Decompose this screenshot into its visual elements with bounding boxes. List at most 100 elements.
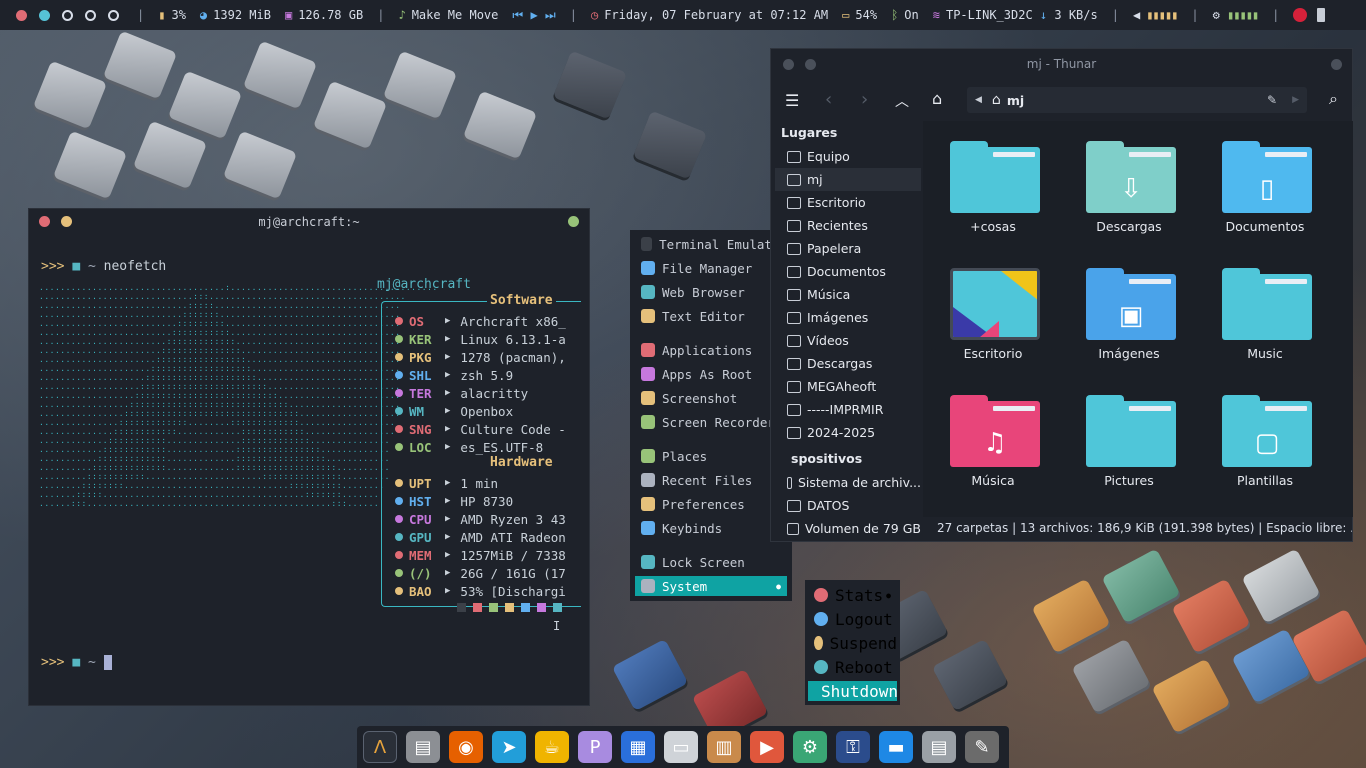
close-button[interactable]	[783, 59, 794, 70]
sidebar-item-mj[interactable]: mj	[775, 168, 921, 191]
minimize-button[interactable]	[805, 59, 816, 70]
menu-item-lock-screen[interactable]: Lock Screen	[635, 552, 787, 572]
sidebar-item-documentos[interactable]: Documentos	[775, 260, 921, 283]
sidebar-item-v-deos[interactable]: Vídeos	[775, 329, 921, 352]
archcraft-icon[interactable]: Λ	[363, 731, 397, 763]
close-button[interactable]	[39, 216, 50, 227]
submenu-item-suspend[interactable]: Suspend	[808, 633, 897, 653]
sidebar-item--imprmir[interactable]: -----IMPRMIR	[775, 398, 921, 421]
back-icon[interactable]: ‹	[825, 89, 832, 110]
folder-item[interactable]: ♫ Música	[933, 387, 1053, 507]
sidebar-item-2024-2025[interactable]: 2024-2025	[775, 421, 921, 444]
sidebar-item-papelera[interactable]: Papelera	[775, 237, 921, 260]
menu-item-applications[interactable]: Applications●	[635, 340, 787, 360]
disk-widget[interactable]: ▣ 126.78 GB	[285, 8, 363, 22]
cpu-widget[interactable]: ▮ 3%	[158, 8, 186, 22]
folder-icon[interactable]: ▬	[879, 731, 913, 763]
folder-item[interactable]: ▣ Imágenes	[1069, 260, 1189, 380]
image-viewer-icon[interactable]: ▭	[664, 731, 698, 763]
sidebar-device[interactable]: Sistema de archiv...	[775, 471, 921, 494]
android-icon[interactable]: ⚙	[793, 731, 827, 763]
folder-item[interactable]: Escritorio	[933, 260, 1053, 380]
network-widget[interactable]: ≋ TP-LINK_3D2C ↓ 3 KB/s	[933, 8, 1098, 22]
firefox-icon[interactable]: ◉	[449, 731, 483, 763]
gear-icon[interactable]: ⚙	[1213, 8, 1220, 22]
sidebar-item-megaheoft[interactable]: MEGAheoft	[775, 375, 921, 398]
gimp-icon[interactable]: ✎	[965, 731, 999, 763]
workspace-3-dot[interactable]	[62, 9, 73, 21]
sidebar-item-im-genes[interactable]: Imágenes	[775, 306, 921, 329]
submenu-item-shutdown[interactable]: Shutdown	[808, 681, 898, 701]
terminal-window[interactable]: mj@archcraft:~ >>> ■ ~ neofetch ........…	[28, 208, 590, 706]
location-bar[interactable]: ◀ ⌂ mj ✎ ▶	[967, 87, 1307, 113]
terminal-titlebar[interactable]: mj@archcraft:~	[29, 209, 589, 235]
sidebar-item-recientes[interactable]: Recientes	[775, 214, 921, 237]
workspace-1-dot[interactable]	[16, 9, 27, 21]
slides-icon[interactable]: ▶	[750, 731, 784, 763]
memory-widget[interactable]: ◕ 1392 MiB	[200, 8, 271, 22]
volume-widget[interactable]: ◀ ▮▮▮▮▮	[1133, 8, 1178, 22]
battery-widget[interactable]: ▭ 54%	[842, 8, 877, 22]
menu-item-keybinds[interactable]: Keybinds●	[635, 518, 787, 538]
folder-item[interactable]: Music	[1205, 260, 1325, 380]
menu-item-text-editor[interactable]: Text Editor	[635, 306, 787, 326]
menu-item-apps-as-root[interactable]: Apps As Root●	[635, 364, 787, 384]
menu-item-file-manager[interactable]: File Manager	[635, 258, 787, 278]
next-icon[interactable]: ⏭	[545, 8, 556, 23]
menu-icon[interactable]: ☰	[785, 91, 799, 110]
menu-item-screenshot[interactable]: Screenshot●	[635, 388, 787, 408]
music-widget[interactable]: ♪ Make Me Move	[398, 8, 498, 22]
submenu-item-reboot[interactable]: Reboot	[808, 657, 897, 677]
workspace-5-dot[interactable]	[108, 9, 119, 21]
menu-item-system[interactable]: System ●	[635, 576, 787, 596]
archive-icon[interactable]: ▥	[707, 731, 741, 763]
right-arrow-icon[interactable]: ▶	[1292, 95, 1299, 105]
menu-item-preferences[interactable]: Preferences●	[635, 494, 787, 514]
play-icon[interactable]: ▶	[530, 8, 537, 22]
submenu-item-stats[interactable]: Stats ●	[808, 585, 897, 605]
home-icon[interactable]: ⌂	[932, 89, 942, 108]
sidebar-device[interactable]: DATOS	[775, 494, 921, 517]
folder-item[interactable]: ▢ Plantillas	[1205, 387, 1325, 507]
settings-widget[interactable]: ⚙ ▮▮▮▮▮	[1213, 8, 1260, 22]
bluetooth-widget[interactable]: ᛒ On	[891, 8, 919, 22]
menu-item-recent-files[interactable]: Recent Files●	[635, 470, 787, 490]
keepass-icon[interactable]: ⚿	[836, 731, 870, 763]
folder-item[interactable]: +cosas	[933, 133, 1053, 253]
clock-widget[interactable]: ◷ Friday, 07 February at 07:12 AM	[591, 8, 828, 22]
menu-item-places[interactable]: Places●	[635, 446, 787, 466]
folder-item[interactable]: ▯ Documentos	[1205, 133, 1325, 253]
workspace-2-dot[interactable]	[39, 9, 50, 21]
up-icon[interactable]: ︿	[895, 91, 909, 111]
file-manager-window[interactable]: mj - Thunar ☰ ‹ › ︿ ⌂ ◀ ⌂ mj ✎ ▶ ⌕ Lugar…	[770, 48, 1353, 542]
music-controls[interactable]: ⏮ ▶ ⏭	[512, 8, 555, 23]
thunar-titlebar[interactable]: mj - Thunar	[771, 49, 1352, 79]
maximize-button[interactable]	[1331, 59, 1342, 70]
menu-item-web-browser[interactable]: Web Browser	[635, 282, 787, 302]
files-alt-icon[interactable]: ▤	[922, 731, 956, 763]
folder-item[interactable]: ⇩ Descargas	[1069, 133, 1189, 253]
menu-item-screen-recorder[interactable]: Screen Recorder●	[635, 412, 787, 432]
prompt-line[interactable]: >>> ■ ~	[41, 655, 112, 670]
sidebar-item-escritorio[interactable]: Escritorio	[775, 191, 921, 214]
left-arrow-icon[interactable]: ◀	[975, 95, 982, 105]
sidebar-item-descargas[interactable]: Descargas	[775, 352, 921, 375]
sidebar-item-m-sica[interactable]: Música	[775, 283, 921, 306]
folder-item[interactable]: Pictures	[1069, 387, 1189, 507]
pdf-icon[interactable]: P	[578, 731, 612, 763]
minimize-button[interactable]	[61, 216, 72, 227]
mega-icon[interactable]	[1293, 8, 1308, 22]
workspace-4-dot[interactable]	[85, 9, 96, 21]
path-label[interactable]: mj	[1007, 93, 1024, 108]
writer-icon[interactable]: ▦	[621, 731, 655, 763]
files-icon[interactable]: ▤	[406, 731, 440, 763]
search-icon[interactable]: ⌕	[1329, 89, 1338, 109]
menu-item-terminal-emulator[interactable]: Terminal Emulator	[635, 234, 787, 254]
prev-icon[interactable]: ⏮	[512, 8, 523, 23]
telegram-icon[interactable]: ➤	[492, 731, 526, 763]
edit-icon[interactable]: ✎	[1267, 93, 1277, 107]
kettle-icon[interactable]: ☕	[535, 731, 569, 763]
battery-tray-icon[interactable]	[1317, 8, 1326, 22]
maximize-button[interactable]	[568, 216, 579, 227]
submenu-item-logout[interactable]: Logout	[808, 609, 897, 629]
